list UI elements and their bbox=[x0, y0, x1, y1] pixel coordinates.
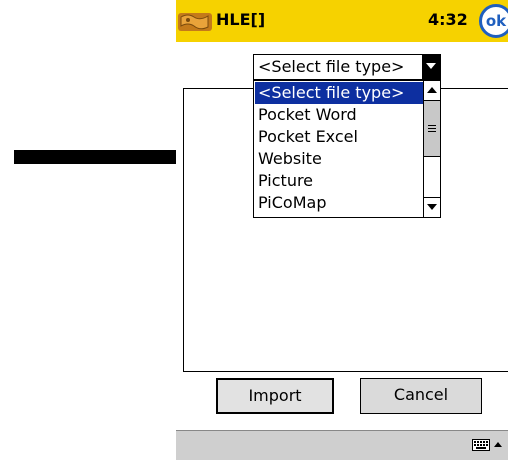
file-type-option[interactable]: Website bbox=[255, 148, 423, 170]
scroll-up-button[interactable] bbox=[424, 81, 440, 101]
file-type-select[interactable]: <Select file type> bbox=[253, 54, 441, 80]
chevron-down-icon bbox=[426, 63, 436, 69]
input-panel-arrow-icon[interactable] bbox=[494, 442, 502, 447]
dropdown-button[interactable] bbox=[422, 55, 440, 79]
scroll-thumb[interactable] bbox=[424, 101, 440, 157]
app-title: HLE[] bbox=[216, 10, 266, 29]
chevron-up-icon bbox=[427, 87, 437, 93]
file-type-option[interactable]: <Select file type> bbox=[255, 82, 423, 104]
file-type-option[interactable]: Pocket Excel bbox=[255, 126, 423, 148]
title-bar: HLE[] 4:32 ok bbox=[176, 0, 508, 42]
cancel-button[interactable]: Cancel bbox=[360, 378, 482, 414]
list-scrollbar[interactable] bbox=[423, 81, 440, 217]
pocketpc-screen: HLE[] 4:32 ok <Select file type> <Select… bbox=[176, 0, 508, 460]
chevron-down-icon bbox=[427, 204, 437, 210]
clock[interactable]: 4:32 bbox=[428, 10, 468, 29]
import-button[interactable]: Import bbox=[216, 378, 334, 414]
bottom-menu-bar bbox=[176, 430, 508, 460]
start-menu-icon[interactable] bbox=[178, 11, 214, 33]
file-type-option[interactable]: Picture bbox=[255, 170, 423, 192]
file-type-options-list: <Select file type> Pocket Word Pocket Ex… bbox=[253, 80, 441, 218]
file-type-select-value: <Select file type> bbox=[258, 57, 405, 76]
ok-button[interactable]: ok bbox=[479, 4, 508, 38]
grip-icon bbox=[428, 125, 436, 126]
scroll-down-button[interactable] bbox=[424, 197, 440, 217]
file-type-option[interactable]: PiCoMap bbox=[255, 192, 423, 214]
keyboard-icon[interactable] bbox=[472, 439, 490, 451]
file-type-option[interactable]: Pocket Word bbox=[255, 104, 423, 126]
